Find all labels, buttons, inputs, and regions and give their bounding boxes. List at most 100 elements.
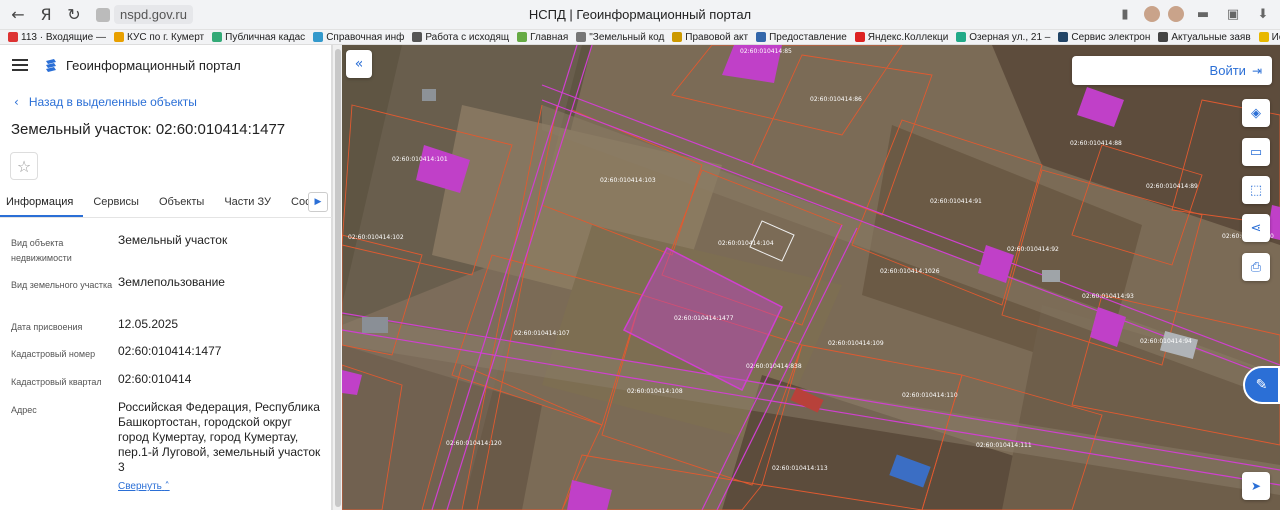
property-value: Земельный участок [118, 233, 228, 247]
tab-objects[interactable]: Объекты [149, 190, 214, 217]
login-bar: Войти ⇥ [1072, 56, 1272, 85]
bookmark-item[interactable]: 113 · Входящие — [8, 32, 106, 43]
back-to-selection-link[interactable]: ‹ Назад в выделенные объекты [14, 95, 331, 109]
collapse-panel-icon[interactable]: « [346, 50, 372, 78]
favorite-star-icon[interactable]: ☆ [10, 152, 38, 180]
bookmark-item[interactable]: Актуальные заяв [1158, 32, 1251, 43]
bookmark-label: Озерная ул., 21 – [969, 31, 1051, 43]
bookmark-item[interactable]: КУС по г. Кумерт [114, 32, 204, 43]
bookmark-favicon-icon [212, 32, 223, 42]
menu-icon[interactable] [12, 59, 28, 71]
extension-icon[interactable] [1168, 6, 1184, 22]
bookmark-item[interactable]: Яндекс.Коллекци [854, 31, 949, 43]
property-row: Вид земельного участка Землепользование [0, 275, 330, 311]
layers-icon[interactable]: ◈ [1242, 99, 1270, 127]
parcel-label: 02:60:010414:107 [514, 330, 570, 337]
property-value: Российская Федерация, Республика Башкорт… [118, 400, 321, 474]
property-row: Дата присвоения 12.05.2025 [0, 317, 330, 338]
parcel-label: 02:60:010414:92 [1007, 246, 1059, 253]
portal-title: Геоинформационный портал [66, 57, 241, 73]
tab-land-parts[interactable]: Части ЗУ [214, 190, 281, 217]
bookmark-item[interactable]: Озерная ул., 21 – [956, 32, 1050, 43]
url-text: nspd.gov.ru [114, 5, 193, 24]
bookmark-item[interactable]: Сервис электрон [1058, 32, 1150, 43]
property-key: Кадастровый номер [11, 349, 96, 359]
downloads-icon[interactable]: ⬇ [1252, 3, 1274, 25]
parcel-label: 02:60:010414:104 [718, 240, 774, 247]
bookmark-item[interactable]: Исходящ [1258, 31, 1280, 43]
bookmark-item[interactable]: Главная [517, 32, 568, 43]
login-icon[interactable]: ⇥ [1252, 64, 1262, 78]
parcel-label: 02:60:010414:838 [746, 363, 802, 370]
property-key: Дата присвоения [11, 322, 83, 332]
bookmark-label: Яндекс.Коллекци [867, 31, 949, 43]
collapse-link[interactable]: Свернуть ˄ [118, 481, 330, 492]
bookmark-favicon-icon [756, 32, 767, 42]
map-svg[interactable]: 02:60:010414:85 02:60:010414:86 02:60:0104… [342, 45, 1280, 510]
reload-icon[interactable]: ↻ [60, 1, 88, 29]
scrollbar-thumb[interactable] [335, 49, 341, 507]
bookmark-favicon-icon [8, 32, 18, 42]
property-row: Кадастровый номер 02:60:010414:1477 [0, 344, 330, 366]
property-row: Вид объекта недвижимости Земельный участ… [0, 233, 330, 269]
property-row: Кадастровый квартал 02:60:010414 [0, 372, 330, 394]
panel-scrollbar[interactable] [332, 45, 342, 510]
parcel-label: 02:60:010414:1026 [880, 268, 940, 275]
extension-icon[interactable] [1144, 6, 1160, 22]
bookmark-item[interactable]: Справочная инф [313, 32, 404, 43]
tab-information[interactable]: Информация [0, 190, 84, 217]
select-area-icon[interactable]: ⬚ [1242, 176, 1270, 204]
property-list: Вид объекта недвижимости Земельный участ… [0, 233, 330, 492]
property-key: Адрес [11, 405, 37, 415]
map-canvas[interactable]: 02:60:010414:85 02:60:010414:86 02:60:0104… [342, 45, 1280, 510]
ruler-icon[interactable]: ▭ [1242, 138, 1270, 166]
property-value: 02:60:010414 [118, 372, 192, 386]
chevron-up-icon: ˄ [164, 481, 170, 492]
parcel-label: 02:60:010414:120 [446, 440, 502, 447]
object-title: Земельный участок: 02:60:010414:1477 [11, 121, 286, 138]
parcel-label: 02:60:010414:110 [902, 392, 958, 399]
bookmark-icon[interactable]: ▮ [1114, 3, 1136, 25]
bookmark-item[interactable]: "Земельный код [576, 32, 664, 43]
property-value: 12.05.2025 [118, 317, 179, 331]
portal-logo-icon [46, 59, 56, 72]
parcel-label: 02:60:010414:94 [1140, 338, 1192, 345]
bookmark-favicon-icon [854, 32, 865, 42]
bookmark-label: Исходящ [1271, 31, 1280, 43]
bookmark-label: Справочная инф [326, 31, 405, 43]
panel-header: Геоинформационный портал [0, 45, 331, 85]
bookmark-item[interactable]: Публичная кадас [212, 32, 305, 43]
extension-icon[interactable]: ▣ [1222, 3, 1244, 25]
locate-arrow-icon[interactable]: ➤ [1242, 472, 1270, 500]
bookmark-favicon-icon [672, 32, 683, 42]
address-bar[interactable]: nspd.gov.ru [96, 5, 193, 24]
info-tabs: Информация Сервисы Объекты Части ЗУ Сост… [0, 190, 332, 218]
back-arrow-icon[interactable]: ← [4, 1, 32, 29]
parcel-label: 02:60:010414:89 [1146, 183, 1198, 190]
cast-icon[interactable]: ▬ [1192, 3, 1214, 25]
bookmark-label: Работа с исходящ [425, 31, 510, 43]
browser-toolbar: ← Я ↻ nspd.gov.ru НСПД | Геоинформационн… [0, 0, 1280, 30]
property-key: Вид земельного участка [11, 280, 113, 290]
login-button[interactable]: Войти [1210, 63, 1246, 78]
print-icon[interactable]: ⎙ [1242, 253, 1270, 281]
parcel-label: 02:60:010414:111 [976, 442, 1032, 449]
share-icon[interactable]: ⋖ [1242, 214, 1270, 242]
parcel-label: 02:60:010414:103 [600, 177, 656, 184]
bookmark-favicon-icon [956, 32, 967, 42]
bookmark-item[interactable]: Правовой акт [672, 32, 748, 43]
bookmark-label: Главная [530, 31, 569, 43]
chevron-left-icon: ‹ [14, 95, 19, 109]
bookmark-favicon-icon [576, 32, 587, 42]
bookmark-favicon-icon [517, 32, 528, 42]
tabs-scroll-right-icon[interactable]: ▶ [308, 192, 328, 212]
chat-help-icon[interactable]: ✎ [1243, 366, 1280, 404]
parcel-label: 02:60:010414:108 [627, 388, 683, 395]
yandex-home-icon[interactable]: Я [32, 1, 60, 29]
bookmark-item[interactable]: Работа с исходящ [412, 32, 509, 43]
parcel-label: 02:60:010414:101 [392, 156, 448, 163]
bookmark-item[interactable]: Предоставление [756, 32, 847, 43]
tab-services[interactable]: Сервисы [83, 190, 149, 217]
parcel-label: 02:60:010414:113 [772, 465, 828, 472]
parcel-label: 02:60:010414:88 [1070, 140, 1122, 147]
